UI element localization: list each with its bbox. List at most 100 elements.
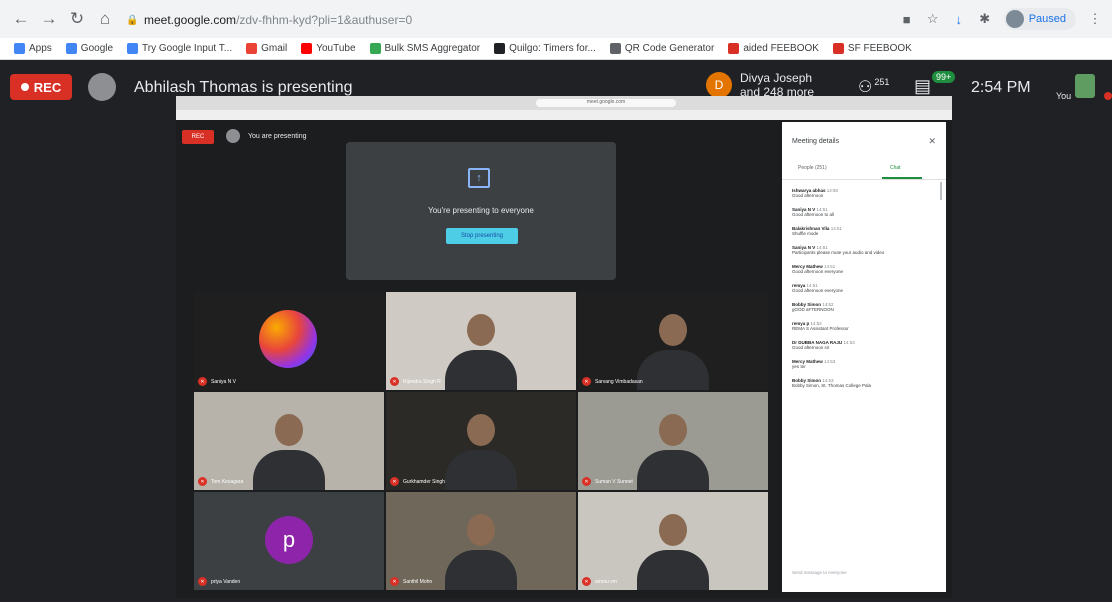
url-host: meet.google.com [144,13,237,27]
address-bar[interactable]: 🔒 meet.google.com /zdv-fhhm-kyd?pli=1&au… [118,7,908,33]
bookmark-item[interactable]: QR Code Generator [609,43,714,54]
home-icon[interactable]: ⌂ [94,8,116,30]
stop-presenting-button[interactable]: Stop presenting [446,228,518,244]
download-extension-icon[interactable]: ↓ [952,12,966,27]
self-view[interactable] [1075,74,1095,98]
shared-presenting-label: You are presenting [248,133,307,140]
active-tab-indicator [882,177,922,179]
bookmark-item[interactable]: Quilgo: Timers for... [494,43,596,54]
chat-button[interactable]: ▤ [914,76,931,97]
bookmark-icon [369,43,381,54]
mic-off-icon: ✕ [390,377,399,386]
bookmark-item[interactable]: aided FEEBOOK [728,43,819,54]
back-icon[interactable]: ← [10,8,32,30]
chat-scrollbar[interactable] [940,182,942,200]
participant-name: ammu vm [595,578,617,585]
participant-tile[interactable]: ✕ ammu vm [578,492,768,590]
bookmark-item[interactable]: Apps [14,43,52,54]
participant-tile[interactable]: ✕ Tom Kesagara [194,392,384,490]
participant-tile[interactable]: ✕ Sarvang Vimbadasan [578,292,768,390]
profile-avatar [1005,10,1024,28]
participant-name: Tom Kesagara [211,478,244,485]
panel-tabs: People (251) Chat [782,156,946,180]
bookmark-label: Google [80,43,114,54]
participant-video [467,514,495,546]
people-button[interactable]: ⚇ 251 [858,77,889,97]
participant-tile[interactable]: ✕ Suman V Sunnet [578,392,768,490]
participant-tile[interactable]: p ✕ priya Vanden [194,492,384,590]
browser-actions: ■ ☆ ↓ ✱ Paused ⋮ [900,8,1102,30]
bookmark-item[interactable]: Google [65,43,114,54]
participant-name-tag: ✕ priya Vanden [198,577,240,586]
participant-video [659,314,687,346]
participant-tile[interactable]: ✕ Rijendra Singh R [386,292,576,390]
mic-off-icon: ✕ [198,577,207,586]
panel-title: Meeting details [792,138,840,145]
bookmark-icon [494,43,506,54]
participant-name: priya Vanden [211,578,241,585]
mic-off-icon: ✕ [582,377,591,386]
mic-off-icon: ✕ [582,577,591,586]
profile-status: Paused [1028,13,1066,25]
tab-chat[interactable]: Chat [890,165,901,171]
mic-off-icon: ✕ [390,577,399,586]
chat-message: remya 14:51 Good afternoon everyone [792,283,936,294]
camera-icon[interactable]: ■ [900,12,914,27]
close-icon[interactable]: ✕ [928,136,936,147]
bookmark-icon [246,43,258,54]
chat-text: Good afternoon everyone [792,288,844,293]
participant-video [659,514,687,546]
participant-name-tag: ✕ Suman V Sunnet [582,477,633,486]
participant-video [659,414,687,446]
chat-text: yes Sir [792,364,806,369]
chat-text: Bobby Simon, St. Thomas College Pala [792,383,871,388]
bookmark-item[interactable]: Bulk SMS Aggregator [369,43,481,54]
participant-name: Suman V Sunnet [595,478,633,485]
bookmark-item[interactable]: YouTube [301,43,356,54]
participant-tile[interactable]: ✕ Saniya N V [194,292,384,390]
participant-name: Rijendra Singh R [403,378,441,385]
bookmark-label: Apps [29,43,52,54]
mic-off-icon: ✕ [198,377,207,386]
rec-label: REC [33,79,62,95]
bookmark-item[interactable]: SF FEEBOOK [832,43,912,54]
participant-tile[interactable]: ✕ Gurkhamder Singh [386,392,576,490]
extensions-icon[interactable]: ✱ [978,11,992,26]
bookmark-item[interactable]: Try Google Input T... [127,43,232,54]
chat-text: Good afternoon to all [792,212,835,217]
forward-icon[interactable]: → [38,8,60,30]
presenting-message: You're presenting to everyone [428,206,534,215]
bookmark-icon [301,43,313,54]
chat-message: Bobby Simon 14:52 gOOD aFTERNOON [792,302,936,313]
url-path: /zdv-fhhm-kyd?pli=1&authuser=0 [236,13,413,27]
participant-grid: ✕ Saniya N V ✕ Rijendra Singh R ✕ Sarvang Vim… [194,292,768,596]
speaker-name: Divya Joseph [740,71,813,85]
presentation-stage: meet.google.com REC You are presenting ↑… [176,96,952,598]
chat-message: Bobby Simon 14:53 Bobby Simon, St. Thomas… [792,378,936,389]
profile-button[interactable]: Paused [1003,8,1076,30]
menu-icon[interactable]: ⋮ [1088,11,1102,26]
participant-name-tag: ✕ Rijendra Singh R [390,377,441,386]
participant-name-tag: ✕ Santhil Mohn [390,577,432,586]
participant-name-tag: ✕ Gurkhamder Singh [390,477,445,486]
mic-off-icon: ✕ [582,477,591,486]
chat-input[interactable]: Send message to everyone [792,570,847,575]
chat-message: Balakrishnan Vila 14:51 Shuffle mode [792,226,936,237]
participant-video-body [445,450,517,490]
participant-tile[interactable]: ✕ Santhil Mohn [386,492,576,590]
bookmark-label: Bulk SMS Aggregator [384,43,481,54]
participant-name-tag: ✕ ammu vm [582,577,617,586]
bookmark-icon [65,43,77,54]
chat-text: Good afternoon everyone [792,269,844,274]
tab-people[interactable]: People (251) [798,165,827,171]
star-icon[interactable]: ☆ [926,11,940,26]
bookmark-label: aided FEEBOOK [743,43,819,54]
bookmark-item[interactable]: Gmail [246,43,287,54]
shared-browser-chrome: meet.google.com [176,96,952,110]
reload-icon[interactable]: ↻ [66,8,88,30]
lock-icon: 🔒 [126,15,139,26]
chat-time: 14:53 [824,359,836,364]
participant-video-body [253,450,325,490]
participant-video-body [445,550,517,590]
bookmark-label: SF FEEBOOK [847,43,912,54]
